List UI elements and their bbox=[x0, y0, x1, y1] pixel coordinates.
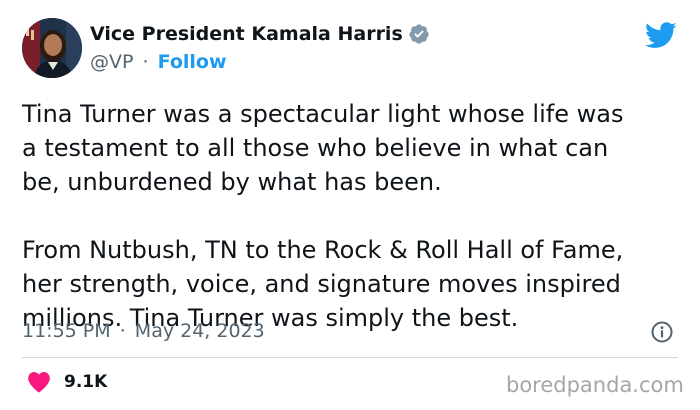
author-display-name[interactable]: Vice President Kamala Harris bbox=[90, 22, 403, 46]
tweet-line: be, unburdened by what has been. bbox=[22, 168, 442, 196]
heart-icon[interactable] bbox=[27, 371, 51, 393]
info-icon[interactable] bbox=[650, 320, 674, 344]
tweet-time: 11:55 PM bbox=[22, 320, 111, 342]
author-handle-row: @VP · Follow bbox=[90, 50, 227, 74]
tweet-line: Tina Turner was a spectacular light whos… bbox=[22, 100, 624, 128]
follow-button[interactable]: Follow bbox=[158, 51, 227, 73]
avatar-portrait-image bbox=[22, 18, 82, 78]
verified-badge-icon bbox=[408, 23, 430, 45]
handle-separator: · bbox=[142, 51, 149, 73]
avatar[interactable] bbox=[22, 18, 82, 78]
author-name-row: Vice President Kamala Harris bbox=[90, 22, 430, 46]
author-handle[interactable]: @VP bbox=[90, 51, 133, 73]
twitter-bird-icon[interactable] bbox=[645, 22, 677, 49]
tweet-timestamp[interactable]: 11:55 PM · May 24, 2023 bbox=[22, 319, 265, 343]
divider bbox=[22, 357, 678, 358]
tweet-line: her strength, voice, and signature moves… bbox=[22, 270, 621, 298]
tweet-text: Tina Turner was a spectacular light whos… bbox=[22, 97, 692, 335]
tweet-line: From Nutbush, TN to the Rock & Roll Hall… bbox=[22, 236, 624, 264]
tweet-line: a testament to all those who believe in … bbox=[22, 134, 609, 162]
watermark: boredpanda.com bbox=[506, 373, 684, 397]
like-count[interactable]: 9.1K bbox=[64, 371, 107, 393]
tweet-date: May 24, 2023 bbox=[134, 320, 265, 342]
timestamp-separator: · bbox=[119, 320, 126, 342]
